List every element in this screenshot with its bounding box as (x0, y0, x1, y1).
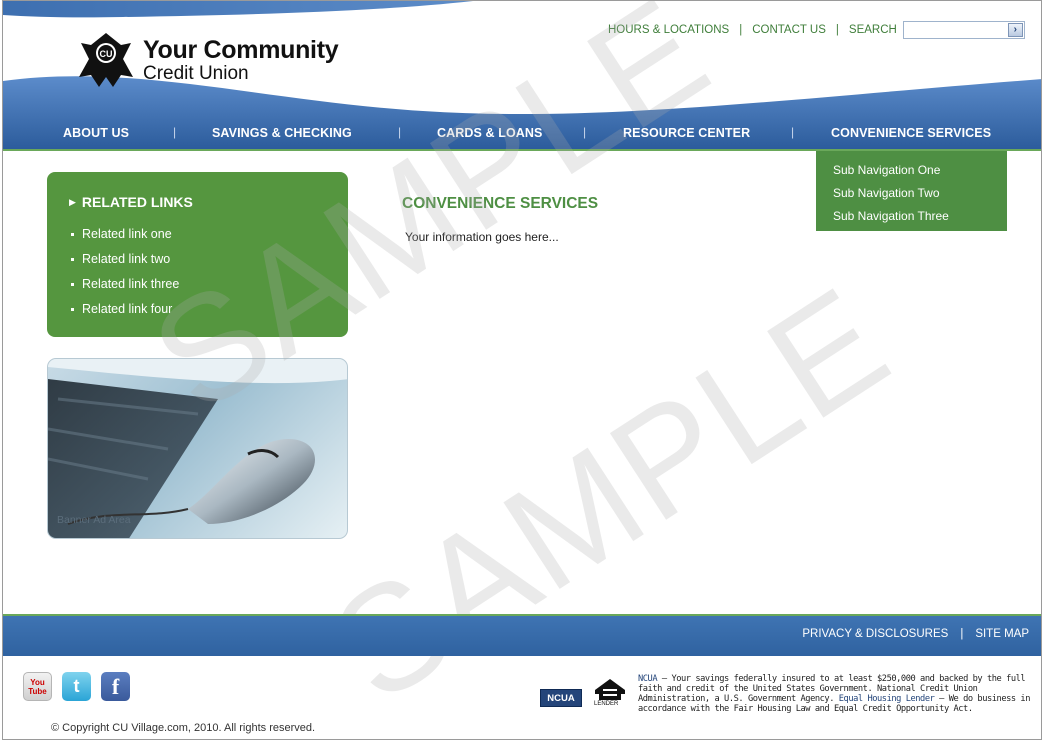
sub-nav-item-one[interactable]: Sub Navigation One (833, 159, 1007, 182)
nav-cards-loans[interactable]: CARDS & LOANS (437, 126, 542, 140)
copyright-text: © Copyright CU Village.com, 2010. All ri… (51, 722, 316, 734)
nav-separator: | (791, 125, 795, 139)
ncua-logo: NCUA (540, 689, 582, 707)
privacy-disclosures-link[interactable]: PRIVACY & DISCLOSURES (802, 628, 948, 640)
nav-convenience-services[interactable]: CONVENIENCE SERVICES (831, 126, 991, 140)
youtube-icon[interactable]: You Tube (23, 672, 52, 701)
ncua-link[interactable]: NCUA (638, 674, 658, 684)
social-links: You Tube t f (23, 672, 130, 701)
search-label: SEARCH (848, 24, 897, 36)
sub-nav-item-three[interactable]: Sub Navigation Three (833, 205, 1007, 228)
brand-name-line2: Credit Union (143, 62, 249, 84)
sub-nav-dropdown: Sub Navigation One Sub Navigation Two Su… (816, 151, 1007, 231)
brand-name-line1: Your Community (143, 35, 339, 64)
brand-name: Your Community Credit Union (143, 35, 339, 84)
related-link-three[interactable]: Related link three (69, 272, 348, 297)
page-body-text: Your information goes here... (405, 230, 559, 244)
footer-bar: PRIVACY & DISCLOSURES | SITE MAP (3, 616, 1041, 656)
utility-separator: | (739, 24, 743, 36)
banner-ad-label: Banner Ad Area (57, 514, 131, 526)
computer-mouse-image (48, 359, 347, 538)
youtube-icon-label: You Tube (28, 677, 47, 696)
page-frame: CU Your Community Credit Union HOURS & L… (2, 0, 1042, 740)
hours-locations-link[interactable]: HOURS & LOCATIONS (608, 24, 729, 36)
logo-mark-text: CU (100, 49, 113, 59)
twitter-icon-glyph: t (73, 676, 80, 696)
nav-resource-center[interactable]: RESOURCE CENTER (623, 126, 750, 140)
search-box: › (902, 21, 1025, 39)
nav-about-us[interactable]: ABOUT US (63, 126, 129, 140)
facebook-icon-glyph: f (111, 673, 120, 699)
related-links-heading: ▶ RELATED LINKS (69, 194, 348, 210)
search-go-button[interactable]: › (1007, 23, 1023, 37)
nav-separator: | (173, 125, 177, 139)
contact-us-link[interactable]: CONTACT US (752, 24, 826, 36)
nav-savings-checking[interactable]: SAVINGS & CHECKING (212, 126, 352, 140)
ncua-disclaimer: NCUA — Your savings federally insured to… (638, 674, 1031, 714)
footer-separator: | (960, 628, 964, 640)
triangle-right-icon: ▶ (69, 196, 76, 207)
footer-links: PRIVACY & DISCLOSURES | SITE MAP (802, 628, 1029, 640)
related-link-four[interactable]: Related link four (69, 297, 348, 322)
related-links-list: Related link one Related link two Relate… (69, 222, 348, 322)
facebook-icon[interactable]: f (101, 672, 130, 701)
utility-nav: HOURS & LOCATIONS | CONTACT US | SEARCH … (608, 21, 1025, 39)
equal-housing-lender-icon (595, 679, 625, 700)
search-input[interactable] (903, 22, 1004, 38)
logo[interactable]: CU Your Community Credit Union (77, 31, 339, 89)
nav-separator: | (583, 125, 587, 139)
sub-nav-item-two[interactable]: Sub Navigation Two (833, 182, 1007, 205)
equal-housing-lender-link[interactable]: Equal Housing Lender (839, 694, 935, 704)
banner-ad[interactable]: Banner Ad Area (47, 358, 348, 539)
credit-union-logo-icon: CU (79, 33, 133, 87)
main-nav: ABOUT US | SAVINGS & CHECKING | CARDS & … (3, 120, 1041, 148)
twitter-icon[interactable]: t (62, 672, 91, 701)
related-link-two[interactable]: Related link two (69, 247, 348, 272)
utility-separator: | (835, 24, 839, 36)
related-links-title: RELATED LINKS (81, 194, 193, 210)
equal-housing-lender-caption: LENDER (594, 701, 619, 707)
related-link-one[interactable]: Related link one (69, 222, 348, 247)
nav-separator: | (398, 125, 402, 139)
related-links-panel: ▶ RELATED LINKS Related link one Related… (47, 172, 348, 337)
page-title: CONVENIENCE SERVICES (402, 195, 599, 212)
site-map-link[interactable]: SITE MAP (975, 628, 1029, 640)
sample-watermark: SAMPLE (304, 254, 917, 734)
